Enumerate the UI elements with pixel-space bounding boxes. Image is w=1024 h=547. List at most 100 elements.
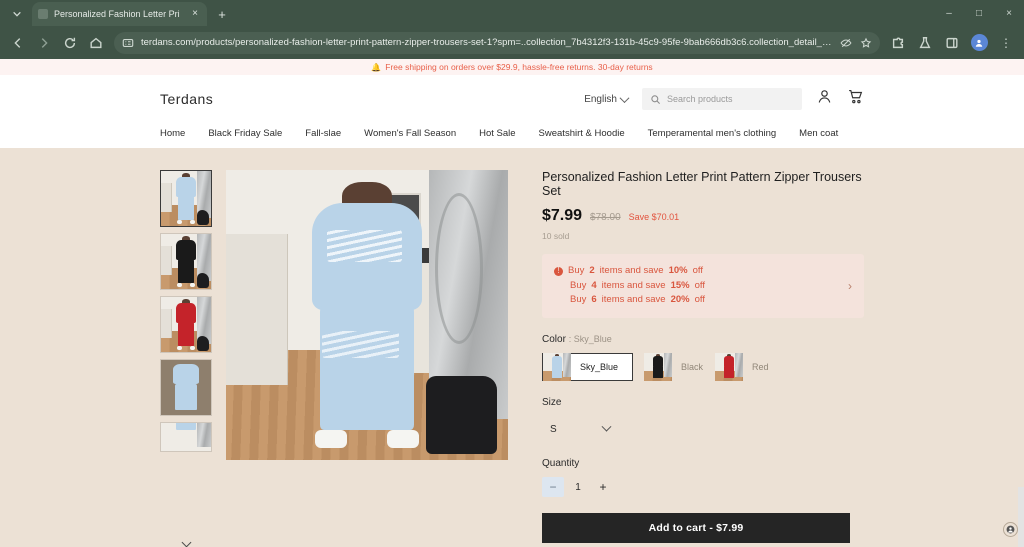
address-bar-url: terdans.com/products/personalized-fashio…	[141, 37, 833, 48]
deal-mid: items and save	[599, 265, 664, 276]
arrow-right-icon	[41, 37, 48, 48]
deal-mid: items and save	[601, 279, 666, 291]
new-tab-button[interactable]: +	[211, 3, 233, 25]
home-icon	[90, 37, 102, 48]
avatar	[970, 34, 988, 51]
nav-item-sweatshirt-hoodie[interactable]: Sweatshirt & Hoodie	[539, 128, 625, 139]
quantity-value[interactable]: 1	[567, 482, 589, 493]
lab-button[interactable]	[913, 31, 937, 55]
product-sold-count: 10 sold	[542, 231, 570, 241]
swatch-label: Sky_Blue	[580, 362, 619, 373]
bookmark-star-icon[interactable]	[860, 37, 872, 49]
volume-discount-box[interactable]: ! Buy 2 items and save 10% off Buy 4 ite…	[542, 254, 864, 319]
swatch-label: Black	[681, 362, 704, 373]
size-dropdown[interactable]: S	[542, 416, 618, 442]
thumbnail-item[interactable]	[160, 233, 212, 290]
chevron-down-icon	[601, 421, 612, 432]
nav-item-womens-fall-season[interactable]: Women's Fall Season	[364, 128, 456, 139]
size-selector: Size S	[542, 397, 864, 442]
page-scrollbar[interactable]	[1018, 487, 1024, 547]
forward-button[interactable]	[32, 31, 56, 55]
person-icon	[975, 39, 983, 47]
back-button[interactable]	[6, 31, 30, 55]
address-bar[interactable]: terdans.com/products/personalized-fashio…	[114, 31, 880, 54]
color-selector: Color : Sky_Blue Sky_Blue Black Red	[542, 334, 864, 382]
color-swatch-sky-blue[interactable]: Sky_Blue	[542, 353, 634, 382]
toolbar-extensions: ⋮	[886, 31, 1018, 55]
cart-button[interactable]	[847, 88, 864, 110]
deal-pct: 10%	[668, 265, 688, 276]
chevron-right-icon[interactable]: ›	[840, 279, 852, 293]
extensions-button[interactable]	[886, 31, 910, 55]
swatch-image	[644, 353, 673, 382]
tab-close-icon[interactable]: ×	[189, 8, 201, 20]
chevron-down-icon	[181, 537, 191, 547]
thumbnail-item[interactable]	[160, 296, 212, 353]
color-selected-value: : Sky_Blue	[568, 334, 612, 345]
site-logo[interactable]: Terdans	[160, 91, 213, 107]
headset-icon	[1006, 525, 1015, 534]
thumbnail-item[interactable]	[160, 170, 212, 227]
home-button[interactable]	[84, 31, 108, 55]
search-placeholder: Search products	[667, 94, 733, 104]
hide-icon[interactable]	[840, 37, 852, 49]
color-swatch-red[interactable]: Red	[714, 353, 770, 382]
reload-icon	[64, 37, 76, 48]
list-item: Buy 4 items and save 15% off	[554, 279, 840, 294]
nav-item-hot-sale[interactable]: Hot Sale	[479, 128, 515, 139]
quantity-label: Quantity	[542, 458, 580, 470]
profile-button[interactable]	[967, 31, 991, 55]
nav-item-temperamental-mens-clothing[interactable]: Temperamental men's clothing	[648, 128, 777, 139]
thumbnail-gallery	[160, 170, 212, 547]
swatch-image	[715, 353, 744, 382]
thumbnail-image	[161, 423, 211, 451]
quantity-decrease-button[interactable]: −	[542, 477, 564, 498]
product-info: Personalized Fashion Letter Print Patter…	[522, 170, 864, 547]
chrome-menu-button[interactable]: ⋮	[994, 31, 1018, 55]
window-minimize-button[interactable]: –	[934, 0, 964, 26]
deal-suffix: off	[694, 294, 705, 306]
promo-banner-text: Free shipping on orders over $29.9, hass…	[385, 62, 653, 72]
tab-search-button[interactable]	[4, 3, 30, 25]
color-swatch-black[interactable]: Black	[643, 353, 704, 382]
reload-button[interactable]	[58, 31, 82, 55]
quantity-increase-button[interactable]: +	[592, 477, 614, 497]
thumbnail-image	[161, 297, 211, 352]
main-navigation: Home Black Friday Sale Fall-slae Women's…	[0, 123, 1024, 148]
deal-pct: 20%	[670, 294, 690, 306]
bell-icon: 🔔	[371, 62, 382, 72]
product-main-image[interactable]	[226, 170, 508, 460]
list-item: ! Buy 2 items and save 10% off	[554, 264, 840, 279]
deal-qty: 2	[589, 265, 595, 276]
browser-tab[interactable]: Personalized Fashion Letter Pri ×	[32, 2, 207, 26]
color-swatch-list: Sky_Blue Black Red	[542, 353, 864, 382]
tab-strip: Personalized Fashion Letter Pri × + – □ …	[0, 0, 1024, 26]
thumbnail-item[interactable]	[160, 359, 212, 416]
cart-icon	[849, 89, 863, 104]
site-settings-icon[interactable]	[122, 37, 134, 49]
nav-item-fall-slae[interactable]: Fall-slae	[305, 128, 341, 139]
search-input[interactable]: Search products	[642, 88, 802, 110]
thumbnail-item[interactable]	[160, 422, 212, 452]
language-selector[interactable]: English	[584, 92, 630, 105]
gallery-scroll-down-button[interactable]	[160, 537, 212, 547]
window-maximize-button[interactable]: □	[964, 0, 994, 26]
deal-suffix: off	[692, 265, 703, 276]
account-button[interactable]	[816, 88, 833, 110]
window-close-button[interactable]: ×	[994, 0, 1024, 26]
product-compare-price: $78.00	[590, 212, 621, 223]
swatch-label: Red	[752, 362, 769, 373]
deal-suffix: off	[694, 279, 705, 291]
deal-qty: 4	[591, 279, 597, 291]
support-widget-button[interactable]	[1003, 522, 1018, 537]
page-viewport: 🔔 Free shipping on orders over $29.9, ha…	[0, 59, 1024, 547]
window-controls: – □ ×	[934, 0, 1024, 26]
add-to-cart-button[interactable]: Add to cart - $7.99	[542, 513, 850, 544]
nav-item-black-friday-sale[interactable]: Black Friday Sale	[208, 128, 282, 139]
sidepanel-button[interactable]	[940, 31, 964, 55]
nav-item-home[interactable]: Home	[160, 128, 185, 139]
thumbnail-image	[161, 171, 211, 226]
nav-item-men-coat[interactable]: Men coat	[799, 128, 838, 139]
kebab-icon: ⋮	[1000, 35, 1012, 50]
thumbnail-image	[161, 360, 211, 415]
